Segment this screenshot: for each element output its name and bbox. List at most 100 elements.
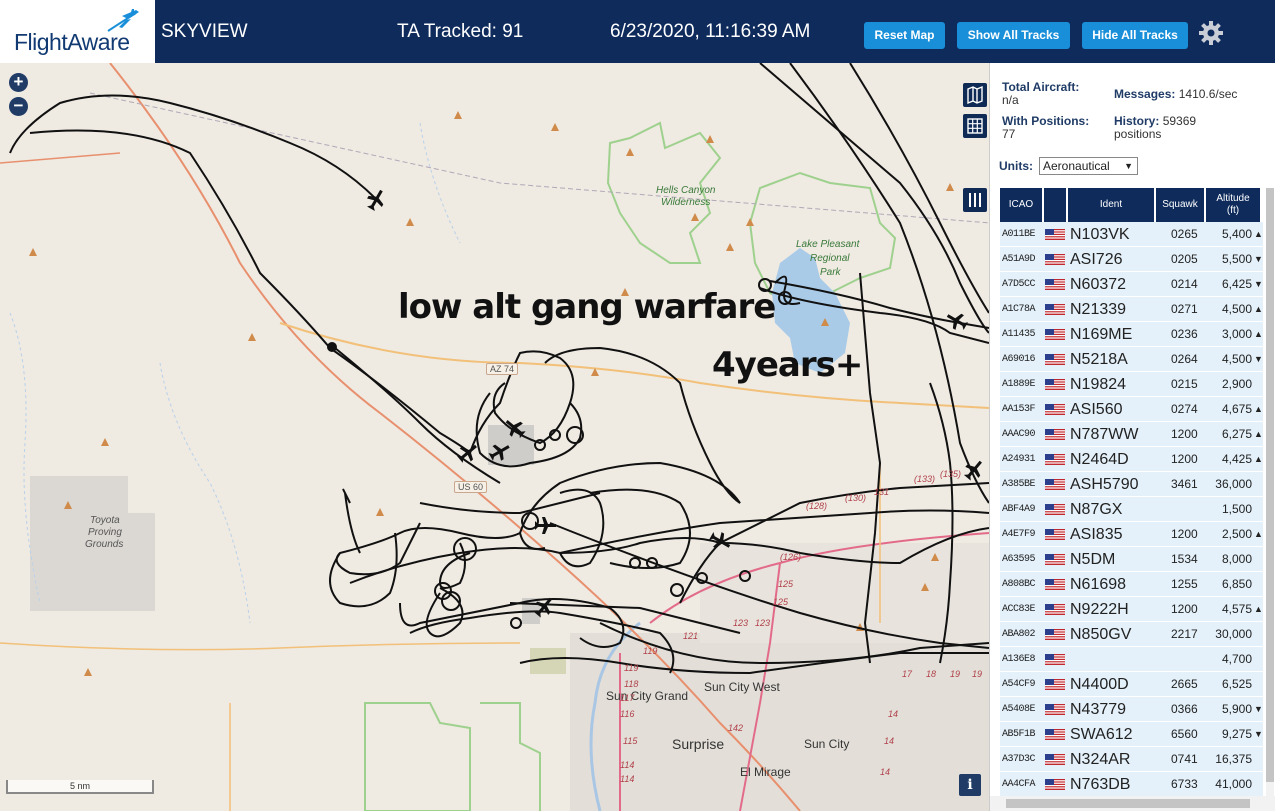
table-row[interactable]: A011BE N103VK 0265 5,400 ▲ (1000, 222, 1263, 247)
altitude-cell: 5,400 (1221, 227, 1252, 241)
place-label: Regional (810, 253, 850, 264)
ident-cell: N763DB (1070, 776, 1131, 793)
squawk-cell: 0271 (1171, 302, 1198, 316)
horizontal-scrollbar[interactable] (990, 796, 1275, 811)
altitude-trend-icon: ▲ (1254, 604, 1263, 614)
us-flag-icon (1045, 229, 1065, 240)
scrollbar-thumb[interactable] (1266, 188, 1274, 782)
road-label: 142 (728, 723, 744, 733)
history-value: 59369 (1162, 114, 1197, 128)
with-positions-label: With Positions: (1002, 114, 1090, 128)
ident-cell: N169ME (1070, 326, 1133, 343)
altitude-header-label: Altitude (1216, 193, 1250, 204)
table-row[interactable]: A63595 N5DM 1534 8,000 (1000, 547, 1263, 572)
urban-area (570, 633, 989, 811)
grid-icon (967, 118, 983, 134)
icao-cell: A11435 (1002, 329, 1036, 340)
grid-toggle-button[interactable] (963, 114, 987, 138)
vertical-scrollbar[interactable] (1266, 188, 1274, 798)
table-row[interactable]: A51A9D ASI726 0205 5,500 ▼ (1000, 247, 1263, 272)
column-header-icao[interactable]: ICAO (1000, 188, 1042, 222)
table-row[interactable]: A37D3C N324AR 0741 16,375 (1000, 747, 1263, 772)
table-row[interactable]: A24931 N2464D 1200 4,425 ▲ (1000, 447, 1263, 472)
us-flag-icon (1045, 754, 1065, 765)
squawk-cell: 1255 (1171, 577, 1198, 591)
zoom-in-button[interactable]: + (9, 73, 28, 92)
squawk-cell: 0215 (1171, 377, 1198, 391)
reset-map-button[interactable]: Reset Map (864, 22, 945, 49)
table-row[interactable]: ACC83E N9222H 1200 4,575 ▲ (1000, 597, 1263, 622)
road-label: 119 (643, 646, 658, 656)
us-flag-icon (1045, 254, 1065, 265)
messages-label: Messages: (1114, 87, 1176, 101)
table-row[interactable]: A808BC N61698 1255 6,850 (1000, 572, 1263, 597)
scrollbar-thumb[interactable] (1006, 799, 1250, 808)
ident-cell: N850GV (1070, 626, 1132, 643)
table-row[interactable]: A136E8 4,700 (1000, 647, 1263, 672)
flight-track (419, 492, 601, 515)
table-row[interactable]: AA4CFA N763DB 6733 41,000 (1000, 772, 1263, 797)
wash-2 (159, 362, 251, 624)
column-header-ident[interactable]: Ident (1068, 188, 1154, 222)
table-row[interactable]: A4E7F9 ASI835 1200 2,500 ▲ (1000, 522, 1263, 547)
place-label: Park (820, 267, 841, 278)
city-label: Sun City West (704, 680, 780, 694)
column-header-altitude[interactable]: Altitude (ft) (1206, 188, 1260, 222)
table-row[interactable]: AB5F1B SWA612 6560 9,275 ▼ (1000, 722, 1263, 747)
table-row[interactable]: ABF4A9 N87GX 1,500 (1000, 497, 1263, 522)
table-row[interactable]: A54CF9 N4400D 2665 6,525 (1000, 672, 1263, 697)
table-row[interactable]: A385BE ASH5790 3461 36,000 (1000, 472, 1263, 497)
road-label: (130) (845, 493, 867, 503)
table-row[interactable]: AA153F ASI560 0274 4,675 ▲ (1000, 397, 1263, 422)
units-select[interactable]: Aeronautical ▼ (1039, 157, 1138, 175)
ident-cell: N5218A (1070, 351, 1128, 368)
flightaware-logo[interactable]: FlightAware (0, 0, 155, 63)
history-stat: History: 59369 positions (1114, 115, 1196, 141)
show-all-tracks-button[interactable]: Show All Tracks (957, 22, 1070, 49)
squawk-cell: 0265 (1171, 227, 1198, 241)
columns-icon (969, 193, 981, 207)
info-button[interactable]: i (959, 774, 981, 796)
column-header-squawk[interactable]: Squawk (1156, 188, 1204, 222)
zoom-out-button[interactable]: − (9, 97, 28, 116)
airplane-icon (963, 460, 982, 481)
table-row[interactable]: A5408E N43779 0366 5,900 ▼ (1000, 697, 1263, 722)
city-label: Sun City (804, 737, 850, 751)
us-flag-icon (1045, 304, 1065, 315)
squawk-cell: 2665 (1171, 677, 1198, 691)
column-header-flag[interactable] (1044, 188, 1066, 222)
altitude-trend-icon: ▼ (1254, 279, 1263, 289)
road-label: 117 (620, 693, 635, 703)
map-canvas[interactable] (0, 63, 989, 811)
ident-cell: N87GX (1070, 501, 1123, 518)
icao-cell: A5408E (1002, 704, 1036, 715)
icao-cell: ACC83E (1002, 604, 1036, 615)
us-flag-icon (1045, 629, 1065, 640)
altitude-trend-icon: ▲ (1254, 404, 1263, 414)
map-view[interactable]: low alt gang warfare 4years+ Hells Canyo… (0, 63, 989, 811)
ident-cell: N5DM (1070, 551, 1116, 568)
table-row[interactable]: A1C78A N21339 0271 4,500 ▲ (1000, 297, 1263, 322)
table-row[interactable]: ABA802 N850GV 2217 30,000 (1000, 622, 1263, 647)
map-layers-button[interactable] (963, 83, 987, 107)
altitude-trend-icon: ▼ (1254, 354, 1263, 364)
ident-cell: ASI835 (1070, 526, 1123, 543)
app-title: SKYVIEW (161, 21, 248, 42)
icao-cell: A1889E (1002, 379, 1036, 390)
road-label: 131 (874, 487, 890, 497)
table-row[interactable]: A11435 N169ME 0236 3,000 ▲ (1000, 322, 1263, 347)
columns-toggle-button[interactable] (963, 188, 987, 212)
hide-all-tracks-button[interactable]: Hide All Tracks (1082, 22, 1188, 49)
total-aircraft-label: Total Aircraft: (1002, 80, 1080, 94)
icao-cell: ABF4A9 (1002, 504, 1036, 515)
gear-icon[interactable] (1198, 20, 1224, 46)
table-row[interactable]: A7D5CC N60372 0214 6,425 ▼ (1000, 272, 1263, 297)
altitude-cell: 4,700 (1221, 652, 1252, 666)
us-flag-icon (1045, 579, 1065, 590)
park-boundary-3 (480, 702, 541, 811)
altitude-trend-icon: ▲ (1254, 229, 1263, 239)
table-row[interactable]: A69016 N5218A 0264 4,500 ▼ (1000, 347, 1263, 372)
map-scale-bar: 5 nm (6, 780, 154, 794)
table-row[interactable]: A1889E N19824 0215 2,900 (1000, 372, 1263, 397)
table-row[interactable]: AAAC90 N787WW 1200 6,275 ▲ (1000, 422, 1263, 447)
